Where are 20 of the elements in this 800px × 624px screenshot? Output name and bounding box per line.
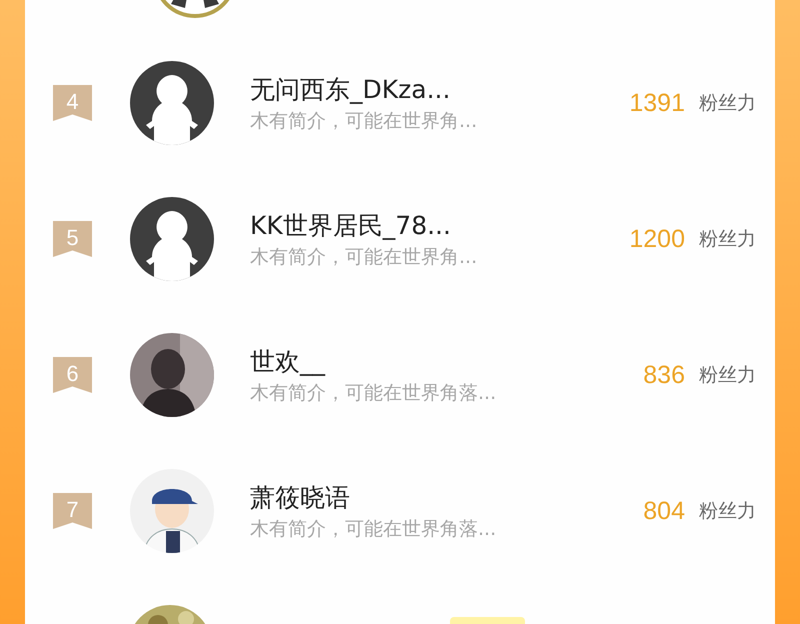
user-name[interactable]: 无问西东_DKza... [250,72,570,106]
fan-score: 836 [642,360,685,390]
fan-score: 1200 [628,224,685,254]
fan-score-label: 粉丝力 [699,227,756,252]
user-name[interactable]: KK世界居民_78... [250,208,570,242]
fan-score: 804 [642,496,685,526]
user-name[interactable]: 萧筱晓语 [250,480,570,514]
user-bio: 木有简介，可能在世界角... [250,108,478,134]
rank-badge: 6 [53,357,92,393]
user-name[interactable]: 世欢__ [250,344,570,378]
user-bio: 木有简介，可能在世界角落... [250,380,498,406]
user-bio: 木有简介，可能在世界角落... [250,516,498,542]
fan-score-label: 粉丝力 [699,91,756,116]
rank-badge: 4 [53,85,92,121]
user-bio: 木有简介，可能在世界角... [250,244,478,270]
rank-badge: 5 [53,221,92,257]
fan-score: 1391 [628,88,685,118]
fan-score-label: 粉丝力 [699,499,756,524]
fan-score-label: 粉丝力 [699,363,756,388]
rank-badge: 7 [53,493,92,529]
